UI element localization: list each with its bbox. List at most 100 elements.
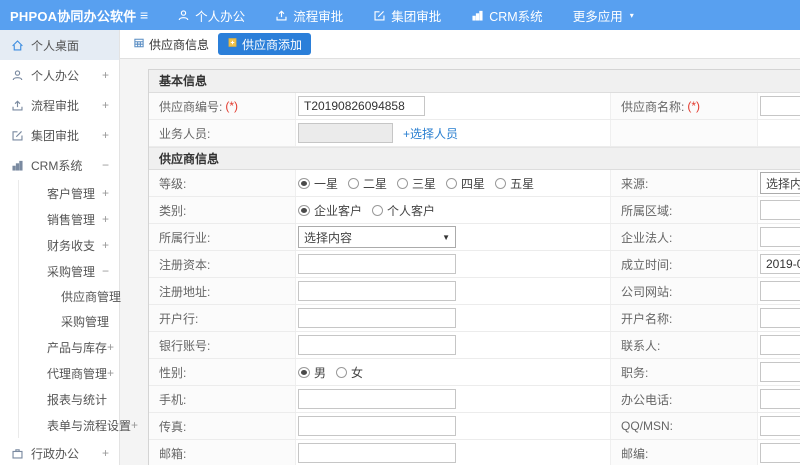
field-control: 选择内容▼ (758, 170, 800, 196)
select-person-link[interactable]: +选择人员 (403, 125, 458, 142)
radio-二星[interactable] (348, 177, 360, 189)
expand-icon[interactable]: + (102, 186, 109, 200)
text-input[interactable] (760, 200, 800, 220)
expand-icon[interactable]: + (102, 238, 109, 252)
supplier-form-panel: 基本信息供应商编号: (*) 供应商名称: (*) 业务人员: +选择人员供应商信息等… (148, 69, 800, 465)
field-label: 来源: (611, 170, 758, 196)
expand-icon[interactable]: + (102, 128, 109, 142)
form-row: 邮箱: 邮编: (149, 440, 800, 465)
tab-0[interactable]: 供应商信息 (133, 36, 209, 53)
sidebar-item-7[interactable]: 财务收支 + (0, 232, 119, 258)
sidebar-item-10[interactable]: 采购管理 (0, 309, 119, 334)
sidebar-item-1[interactable]: 个人办公 + (0, 60, 119, 90)
sidebar-item-8[interactable]: 采购管理 − (0, 258, 119, 284)
table-icon (133, 37, 145, 52)
sidebar-item-6[interactable]: 销售管理 + (0, 206, 119, 232)
collapse-icon[interactable]: − (102, 158, 109, 172)
text-input[interactable] (298, 335, 456, 355)
text-input[interactable] (760, 362, 800, 382)
text-input[interactable] (298, 281, 456, 301)
expand-icon[interactable]: + (107, 340, 114, 354)
field-label: 供应商编号: (*) (149, 93, 296, 119)
nav-item-4[interactable]: 更多应用 ▾ (558, 0, 649, 30)
radio-label: 企业客户 (314, 203, 363, 218)
sidebar-item-13[interactable]: 报表与统计 (0, 386, 119, 412)
sidebar-item-4[interactable]: CRM系统 − (0, 150, 119, 180)
text-input[interactable] (298, 123, 393, 143)
sidebar-item-label: 个人办公 (31, 68, 80, 83)
sidebar-item-label: 销售管理 (47, 212, 96, 227)
sidebar-item-12[interactable]: 代理商管理 + (0, 360, 119, 386)
radio-个人客户[interactable] (372, 204, 384, 216)
nav-item-1[interactable]: 流程审批 (260, 0, 358, 30)
text-input[interactable] (760, 416, 800, 436)
field-label: 所属行业: (149, 224, 296, 250)
hamburger-icon[interactable]: ≡ (140, 7, 148, 23)
field-control (758, 251, 800, 277)
sidebar-item-3[interactable]: 集团审批 + (0, 120, 119, 150)
text-input[interactable] (760, 281, 800, 301)
expand-icon[interactable]: + (102, 212, 109, 226)
select-dropdown[interactable]: 选择内容▼ (298, 226, 456, 248)
nav-item-2[interactable]: 集团审批 (358, 0, 456, 30)
expand-icon[interactable]: + (102, 446, 109, 460)
expand-icon[interactable]: + (102, 98, 109, 112)
field-control (758, 332, 800, 358)
sidebar-item-label: 客户管理 (47, 186, 96, 201)
nav-item-3[interactable]: CRM系统 (456, 0, 557, 30)
nav-item-0[interactable]: 个人办公 (162, 0, 260, 30)
sidebar-item-15[interactable]: 行政办公 + (0, 438, 119, 465)
sidebar-item-label: 表单与流程设置 (47, 418, 132, 433)
text-input[interactable] (760, 254, 800, 274)
section-title: 基本信息 (149, 70, 800, 93)
field-label: 所属区域: (611, 197, 758, 223)
text-input[interactable] (760, 443, 800, 463)
field-label: 邮箱: (149, 440, 296, 465)
field-label: 注册地址: (149, 278, 296, 304)
radio-label: 三星 (412, 176, 437, 191)
sidebar-item-14[interactable]: 表单与流程设置 + (0, 412, 138, 438)
field-label: 办公电话: (611, 386, 758, 412)
add-page-icon (227, 37, 238, 51)
radio-label: 二星 (363, 176, 388, 191)
radio-企业客户[interactable] (298, 204, 310, 216)
text-input[interactable] (298, 96, 425, 116)
collapse-icon[interactable]: − (102, 264, 109, 278)
radio-女[interactable] (336, 366, 348, 378)
radio-五星[interactable] (495, 177, 507, 189)
field-control (296, 305, 611, 331)
text-input[interactable] (760, 227, 800, 247)
radio-四星[interactable] (446, 177, 458, 189)
text-input[interactable] (298, 443, 456, 463)
text-input[interactable] (298, 389, 456, 409)
sidebar-item-2[interactable]: 流程审批 + (0, 90, 119, 120)
expand-icon[interactable]: + (102, 68, 109, 82)
select-dropdown[interactable]: 选择内容▼ (760, 172, 800, 194)
field-label: 手机: (149, 386, 296, 412)
radio-label: 女 (351, 365, 364, 380)
text-input[interactable] (298, 416, 456, 436)
navbar-menu: 个人办公 流程审批 集团审批 CRM系统 更多应用 ▾ (162, 0, 649, 30)
text-input[interactable] (298, 308, 456, 328)
text-input[interactable] (298, 254, 456, 274)
radio-一星[interactable] (298, 177, 310, 189)
text-input[interactable] (760, 96, 800, 116)
field-label: 企业法人: (611, 224, 758, 250)
sidebar-item-0[interactable]: 个人桌面 (0, 30, 119, 60)
field-control (758, 359, 800, 385)
form-row: 手机: 办公电话: (149, 386, 800, 413)
text-input[interactable] (760, 389, 800, 409)
text-input[interactable] (760, 335, 800, 355)
radio-三星[interactable] (397, 177, 409, 189)
text-input[interactable] (760, 308, 800, 328)
field-control (758, 386, 800, 412)
expand-icon[interactable]: + (107, 366, 114, 380)
sidebar-item-9[interactable]: 供应商管理 (0, 284, 121, 309)
sidebar-item-11[interactable]: 产品与库存 + (0, 334, 119, 360)
tab-active-1[interactable]: 供应商添加 (218, 33, 312, 55)
expand-icon[interactable]: + (131, 418, 138, 432)
field-label (611, 120, 758, 146)
sidebar-item-5[interactable]: 客户管理 + (0, 180, 119, 206)
sidebar-item-label: 产品与库存 (47, 340, 108, 355)
radio-男[interactable] (298, 366, 310, 378)
